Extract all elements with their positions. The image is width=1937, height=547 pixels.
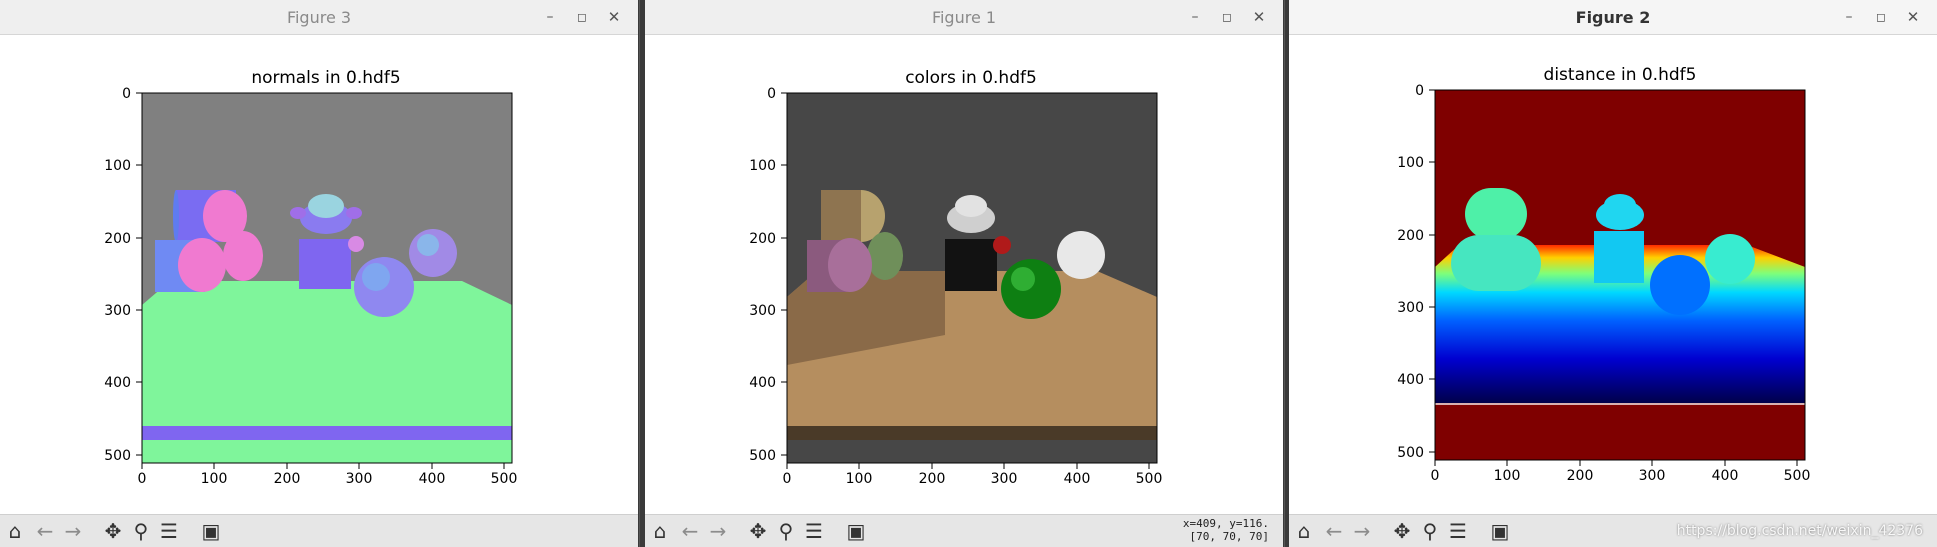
y-tick-label: 100 — [1397, 155, 1424, 171]
back-arrow-icon[interactable]: ← — [677, 519, 703, 543]
navigation-toolbar: ⌂ ← → ✥ ⚲ ☰ ▣ https://blog.csdn.net/weix… — [1289, 514, 1937, 547]
figure-canvas[interactable]: distance in 0.hdf5 0 100 200 300 400 500… — [1289, 35, 1937, 515]
figure-canvas[interactable]: normals in 0.hdf5 0 100 200 300 400 500 … — [0, 35, 638, 515]
x-tick-label: 300 — [346, 471, 373, 487]
x-tick-label: 500 — [1136, 471, 1163, 487]
y-tick-label: 500 — [749, 448, 776, 464]
plot-area[interactable]: normals in 0.hdf5 0 100 200 300 400 500 … — [0, 35, 638, 515]
configure-subplots-icon[interactable]: ☰ — [1445, 519, 1471, 543]
figure-window-2: Figure 2 – ◻ ✕ distance in 0.hdf5 0 100 … — [1289, 0, 1937, 547]
configure-subplots-icon[interactable]: ☰ — [801, 519, 827, 543]
home-icon[interactable]: ⌂ — [1291, 519, 1317, 543]
maximize-button[interactable]: ◻ — [1215, 5, 1239, 29]
y-tick-label: 100 — [749, 158, 776, 174]
x-tick-label: 400 — [1712, 468, 1739, 484]
save-icon[interactable]: ▣ — [198, 519, 224, 543]
y-axis: 0 100 200 300 400 500 — [104, 86, 142, 464]
watermark-text: https://blog.csdn.net/weixin_42376 — [1676, 523, 1923, 539]
y-tick-label: 0 — [767, 86, 776, 102]
x-axis: 0 100 200 300 400 500 — [783, 463, 1163, 487]
back-arrow-icon[interactable]: ← — [1321, 519, 1347, 543]
y-tick-label: 300 — [104, 303, 131, 319]
x-tick-label: 200 — [919, 471, 946, 487]
title-bar[interactable]: Figure 2 – ◻ ✕ — [1289, 0, 1937, 35]
y-tick-label: 400 — [1397, 372, 1424, 388]
image-distance — [1435, 90, 1805, 460]
x-tick-label: 300 — [991, 471, 1018, 487]
x-tick-label: 200 — [1567, 468, 1594, 484]
y-tick-label: 300 — [1397, 300, 1424, 316]
x-axis: 0 100 200 300 400 500 — [1431, 460, 1811, 484]
x-tick-label: 100 — [846, 471, 873, 487]
plot-title: distance in 0.hdf5 — [1544, 65, 1697, 85]
close-button[interactable]: ✕ — [1247, 5, 1271, 29]
cursor-coordinate-readout: x=409, y=116. [70, 70, 70] — [1183, 517, 1269, 543]
minimize-button[interactable]: – — [538, 5, 562, 29]
y-tick-label: 0 — [1415, 83, 1424, 99]
figure-canvas[interactable]: colors in 0.hdf5 0 100 200 300 400 500 0… — [645, 35, 1283, 515]
image-colors — [787, 93, 1157, 463]
y-axis: 0 100 200 300 400 500 — [749, 86, 787, 464]
home-icon[interactable]: ⌂ — [2, 519, 28, 543]
configure-subplots-icon[interactable]: ☰ — [156, 519, 182, 543]
save-icon[interactable]: ▣ — [1487, 519, 1513, 543]
figure-window-3: Figure 3 – ◻ ✕ normals in 0.hdf5 0 100 2… — [0, 0, 638, 547]
x-axis: 0 100 200 300 400 500 — [138, 463, 518, 487]
y-tick-label: 0 — [122, 86, 131, 102]
x-tick-label: 400 — [419, 471, 446, 487]
plot-area[interactable]: distance in 0.hdf5 0 100 200 300 400 500… — [1289, 35, 1937, 515]
x-tick-label: 200 — [274, 471, 301, 487]
plot-title: normals in 0.hdf5 — [251, 68, 400, 88]
forward-arrow-icon[interactable]: → — [1349, 519, 1375, 543]
pixel-value-line: [70, 70, 70] — [1189, 530, 1269, 543]
minimize-button[interactable]: – — [1183, 5, 1207, 29]
y-tick-label: 200 — [749, 231, 776, 247]
navigation-toolbar: ⌂ ← → ✥ ⚲ ☰ ▣ — [0, 514, 638, 547]
pan-icon[interactable]: ✥ — [100, 519, 126, 543]
x-tick-label: 0 — [783, 471, 792, 487]
maximize-button[interactable]: ◻ — [1869, 5, 1893, 29]
back-arrow-icon[interactable]: ← — [32, 519, 58, 543]
x-tick-label: 0 — [138, 471, 147, 487]
x-tick-label: 400 — [1064, 471, 1091, 487]
close-button[interactable]: ✕ — [602, 5, 626, 29]
save-icon[interactable]: ▣ — [843, 519, 869, 543]
y-tick-label: 400 — [104, 375, 131, 391]
close-button[interactable]: ✕ — [1901, 5, 1925, 29]
x-tick-label: 500 — [1784, 468, 1811, 484]
y-tick-label: 200 — [104, 231, 131, 247]
coordinate-line: x=409, y=116. — [1182, 517, 1269, 530]
title-bar[interactable]: Figure 1 – ◻ ✕ — [645, 0, 1283, 35]
minimize-button[interactable]: – — [1837, 5, 1861, 29]
zoom-icon[interactable]: ⚲ — [773, 519, 799, 543]
x-tick-label: 100 — [201, 471, 228, 487]
navigation-toolbar: ⌂ ← → ✥ ⚲ ☰ ▣ x=409, y=116. [70, 70, 70] — [645, 514, 1283, 547]
window-gap — [1284, 0, 1285, 547]
plot-title: colors in 0.hdf5 — [905, 68, 1037, 88]
y-tick-label: 200 — [1397, 228, 1424, 244]
y-tick-label: 500 — [1397, 445, 1424, 461]
image-normals — [142, 93, 512, 463]
x-tick-label: 0 — [1431, 468, 1440, 484]
forward-arrow-icon[interactable]: → — [705, 519, 731, 543]
forward-arrow-icon[interactable]: → — [60, 519, 86, 543]
x-tick-label: 500 — [491, 471, 518, 487]
maximize-button[interactable]: ◻ — [570, 5, 594, 29]
zoom-icon[interactable]: ⚲ — [1417, 519, 1443, 543]
x-tick-label: 300 — [1639, 468, 1666, 484]
home-icon[interactable]: ⌂ — [647, 519, 673, 543]
zoom-icon[interactable]: ⚲ — [128, 519, 154, 543]
y-tick-label: 100 — [104, 158, 131, 174]
y-tick-label: 400 — [749, 375, 776, 391]
title-bar[interactable]: Figure 3 – ◻ ✕ — [0, 0, 638, 35]
plot-area[interactable]: colors in 0.hdf5 0 100 200 300 400 500 0… — [645, 35, 1283, 515]
window-gap — [639, 0, 640, 547]
pan-icon[interactable]: ✥ — [1389, 519, 1415, 543]
y-axis: 0 100 200 300 400 500 — [1397, 83, 1435, 461]
y-tick-label: 500 — [104, 448, 131, 464]
figure-window-1: Figure 1 – ◻ ✕ colors in 0.hdf5 0 100 20… — [645, 0, 1283, 547]
y-tick-label: 300 — [749, 303, 776, 319]
x-tick-label: 100 — [1494, 468, 1521, 484]
pan-icon[interactable]: ✥ — [745, 519, 771, 543]
